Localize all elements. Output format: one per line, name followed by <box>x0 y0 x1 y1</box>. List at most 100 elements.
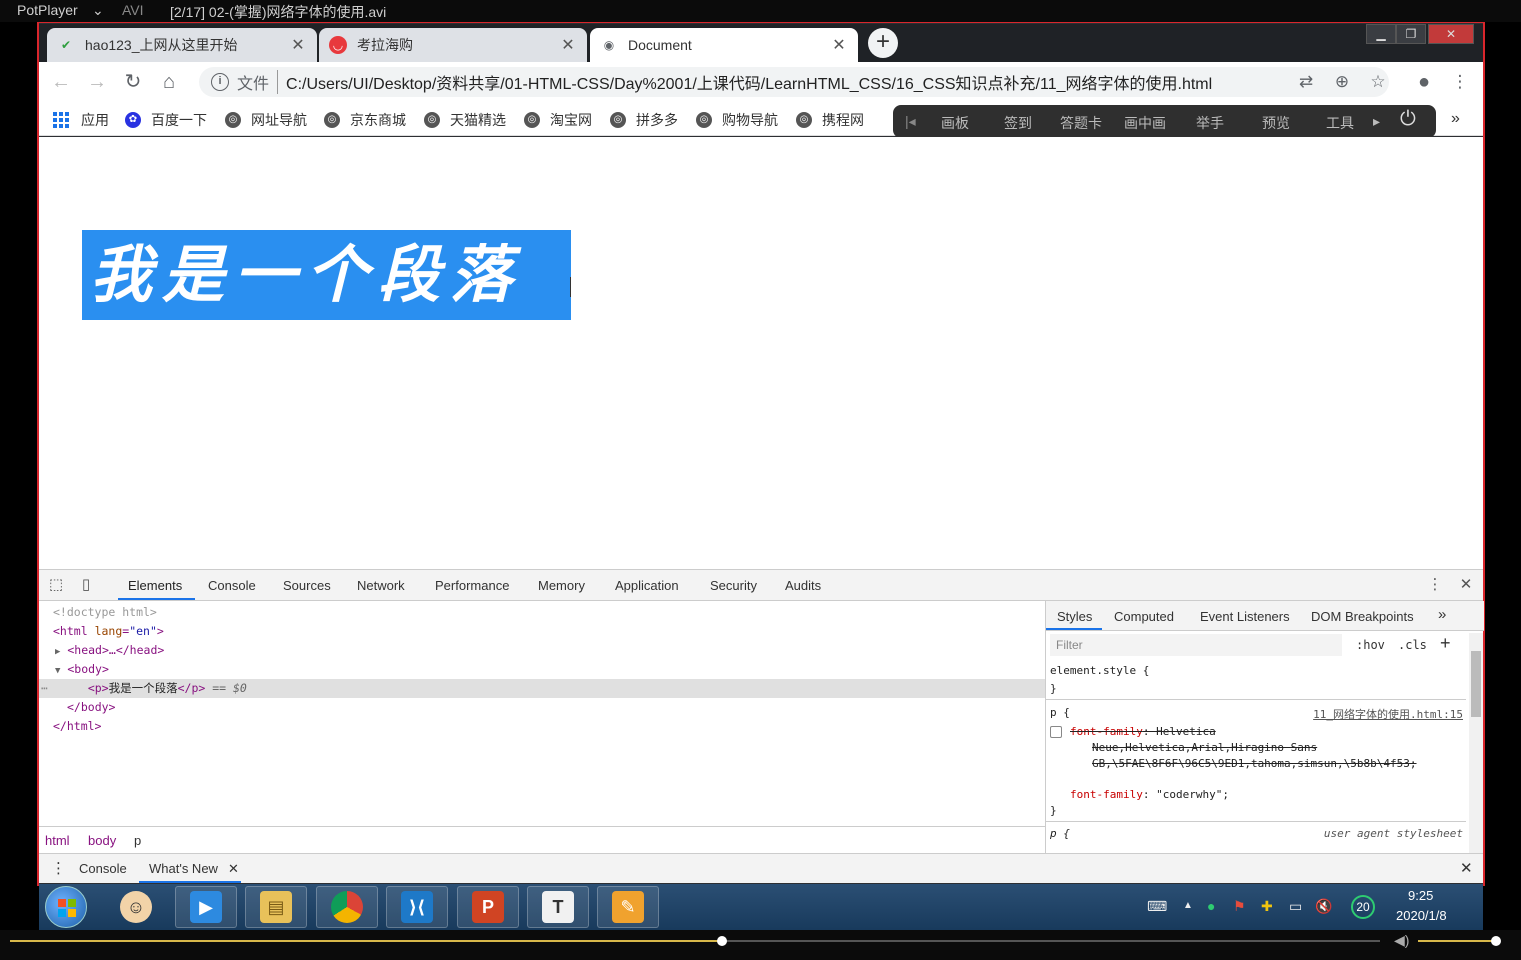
forward-button[interactable]: → <box>85 70 109 94</box>
crumb-body[interactable]: body <box>88 833 116 848</box>
tray-expand-icon[interactable]: ▲ <box>1183 900 1193 911</box>
floatbar-item[interactable]: 签到 <box>1004 113 1032 133</box>
floatbar-item[interactable]: 画中画 <box>1124 113 1166 133</box>
hov-toggle[interactable]: :hov <box>1356 638 1385 652</box>
volume-slider[interactable] <box>1418 936 1501 946</box>
styles-filter-input[interactable]: Filter <box>1050 634 1342 656</box>
floatbar-item[interactable]: 工具 <box>1326 113 1354 133</box>
tab-memory[interactable]: Memory <box>538 578 585 593</box>
inspect-element-icon[interactable]: ⬚ <box>47 576 65 594</box>
cls-toggle[interactable]: .cls <box>1398 638 1427 652</box>
bookmark-baidu[interactable]: ✿ 百度一下 <box>125 110 207 130</box>
tab-elements[interactable]: Elements <box>128 578 182 593</box>
tab-computed[interactable]: Computed <box>1114 609 1174 624</box>
tab-application[interactable]: Application <box>615 578 679 593</box>
notification-badge[interactable]: 20 <box>1351 895 1375 919</box>
player-app-name[interactable]: PotPlayer <box>17 2 78 18</box>
tab-close-icon[interactable]: ✕ <box>559 35 577 55</box>
scrollbar-thumb[interactable] <box>1471 651 1481 717</box>
address-bar[interactable]: i 文件 C:/Users/UI/Desktop/资料共享/01-HTML-CS… <box>199 67 1389 97</box>
bookmark-star-icon[interactable]: ☆ <box>1367 71 1389 93</box>
seek-knob[interactable] <box>717 936 728 946</box>
rule1-source-link[interactable]: 11_网络字体的使用.html:15 <box>1313 706 1463 722</box>
tab-dom-breakpoints[interactable]: DOM Breakpoints <box>1311 609 1414 624</box>
tab-close-icon[interactable]: ✕ <box>289 35 307 55</box>
collapse-handle-icon[interactable]: |◂ <box>905 113 916 130</box>
tab-document[interactable]: ◉ Document ✕ <box>590 28 858 62</box>
close-window-button[interactable]: ✕ <box>1428 24 1474 44</box>
network-globe-icon[interactable]: ● <box>1207 898 1215 914</box>
zoom-icon[interactable]: ⊕ <box>1331 71 1353 93</box>
drawer-tab-console[interactable]: Console <box>79 861 127 876</box>
volume-icon[interactable]: ◀) <box>1394 932 1409 949</box>
action-center-flag-icon[interactable]: ⚑ <box>1233 898 1246 915</box>
drawer-menu-icon[interactable]: ⋮ <box>51 859 66 877</box>
devtools-menu-icon[interactable]: ⋮ <box>1426 576 1444 594</box>
drawer-close-icon[interactable]: ✕ <box>1460 859 1473 877</box>
keyboard-icon[interactable]: ⌨ <box>1147 898 1167 915</box>
maximize-button[interactable]: ❐ <box>1396 24 1426 44</box>
pointer-icon[interactable]: ▸ <box>1373 113 1380 130</box>
tab-network[interactable]: Network <box>357 578 405 593</box>
device-toolbar-icon[interactable]: ▯ <box>77 576 95 594</box>
floatbar-item[interactable]: 举手 <box>1196 113 1224 133</box>
styles-scrollbar[interactable] <box>1469 633 1483 854</box>
dom-body-node[interactable]: ▼ <body> <box>39 660 1045 679</box>
tab-styles[interactable]: Styles <box>1057 609 1092 624</box>
tab-hao123[interactable]: ✔ hao123_上网从这里开始 ✕ <box>47 28 317 62</box>
collapse-arrow-icon[interactable]: ▼ <box>55 666 60 676</box>
crumb-p[interactable]: p <box>134 833 141 848</box>
dom-p-node[interactable]: ⋯ <p>我是一个段落</p> == $0 <box>39 679 1045 698</box>
ellipsis-icon[interactable]: ⋯ <box>39 681 48 695</box>
minimize-button[interactable]: ▁ <box>1366 24 1396 44</box>
power-icon[interactable]: ⏻ <box>1400 108 1416 131</box>
file-explorer-button[interactable]: ▤ <box>245 886 307 928</box>
seek-bar[interactable] <box>10 936 1380 946</box>
tab-security[interactable]: Security <box>710 578 757 593</box>
typora-button[interactable]: T <box>527 886 589 928</box>
rule1-prop1-line1[interactable]: font-family: Helvetica <box>1070 725 1216 738</box>
url-text[interactable]: C:/Users/UI/Desktop/资料共享/01-HTML-CSS/Day… <box>286 70 1212 94</box>
floatbar-item[interactable]: 答题卡 <box>1060 113 1102 133</box>
styles-overflow-icon[interactable]: » <box>1438 606 1446 623</box>
paragraph[interactable]: 我是一个段落 <box>82 230 571 320</box>
chrome-button[interactable] <box>316 886 378 928</box>
home-button[interactable]: ⌂ <box>157 70 181 94</box>
bookmark-taobao[interactable]: ◎ 淘宝网 <box>524 110 592 130</box>
rule1-selector[interactable]: p { <box>1050 706 1070 719</box>
bookmarks-overflow-icon[interactable]: » <box>1451 110 1460 128</box>
tab-close-icon[interactable]: ✕ <box>830 35 848 55</box>
dom-html-node[interactable]: <html lang="en"> <box>39 622 1045 641</box>
drawer-tab-whats-new[interactable]: What's New <box>149 861 218 876</box>
tab-audits[interactable]: Audits <box>785 578 821 593</box>
bookmark-ctrip[interactable]: ◎ 携程网 <box>796 110 864 130</box>
start-button[interactable] <box>45 886 87 928</box>
avatar-app-button[interactable]: ☺ <box>105 886 167 928</box>
tab-kaola[interactable]: ◡ 考拉海购 ✕ <box>319 28 587 62</box>
expand-arrow-icon[interactable]: ▶ <box>55 647 60 657</box>
back-button[interactable]: ← <box>49 70 73 94</box>
clock-date[interactable]: 2020/1/8 <box>1396 908 1447 923</box>
tab-console[interactable]: Console <box>208 578 256 593</box>
rule2-selector[interactable]: p { <box>1050 827 1070 840</box>
new-tab-button[interactable]: + <box>868 28 898 58</box>
bookmark-jd[interactable]: ◎ 京东商城 <box>324 110 406 130</box>
bookmark-tmall[interactable]: ◎ 天猫精选 <box>424 110 506 130</box>
element-style-rule[interactable]: element.style { <box>1050 664 1149 677</box>
new-rule-button[interactable]: + <box>1440 633 1451 654</box>
dom-head-node[interactable]: ▶ <head>…</head> <box>39 641 1045 660</box>
display-icon[interactable]: ▭ <box>1289 898 1302 915</box>
menu-kebab-icon[interactable]: ⋮ <box>1449 71 1471 93</box>
vscode-button[interactable]: ⟩⟨ <box>386 886 448 928</box>
bookmark-apps[interactable]: 应用 <box>53 110 109 130</box>
floatbar-item[interactable]: 画板 <box>941 113 969 133</box>
bookmark-url-nav[interactable]: ◎ 网址导航 <box>225 110 307 130</box>
bookmark-pinduoduo[interactable]: ◎ 拼多多 <box>610 110 678 130</box>
volume-muted-icon[interactable]: 🔇 <box>1315 898 1332 915</box>
translate-icon[interactable]: ⇄ <box>1295 71 1317 93</box>
reload-button[interactable]: ↻ <box>121 70 145 94</box>
powerpoint-button[interactable]: P <box>457 886 519 928</box>
security-shield-icon[interactable]: ✚ <box>1261 898 1273 915</box>
clock-time[interactable]: 9:25 <box>1408 888 1433 903</box>
rule1-prop2[interactable]: font-family: "coderwhy"; <box>1070 788 1229 801</box>
